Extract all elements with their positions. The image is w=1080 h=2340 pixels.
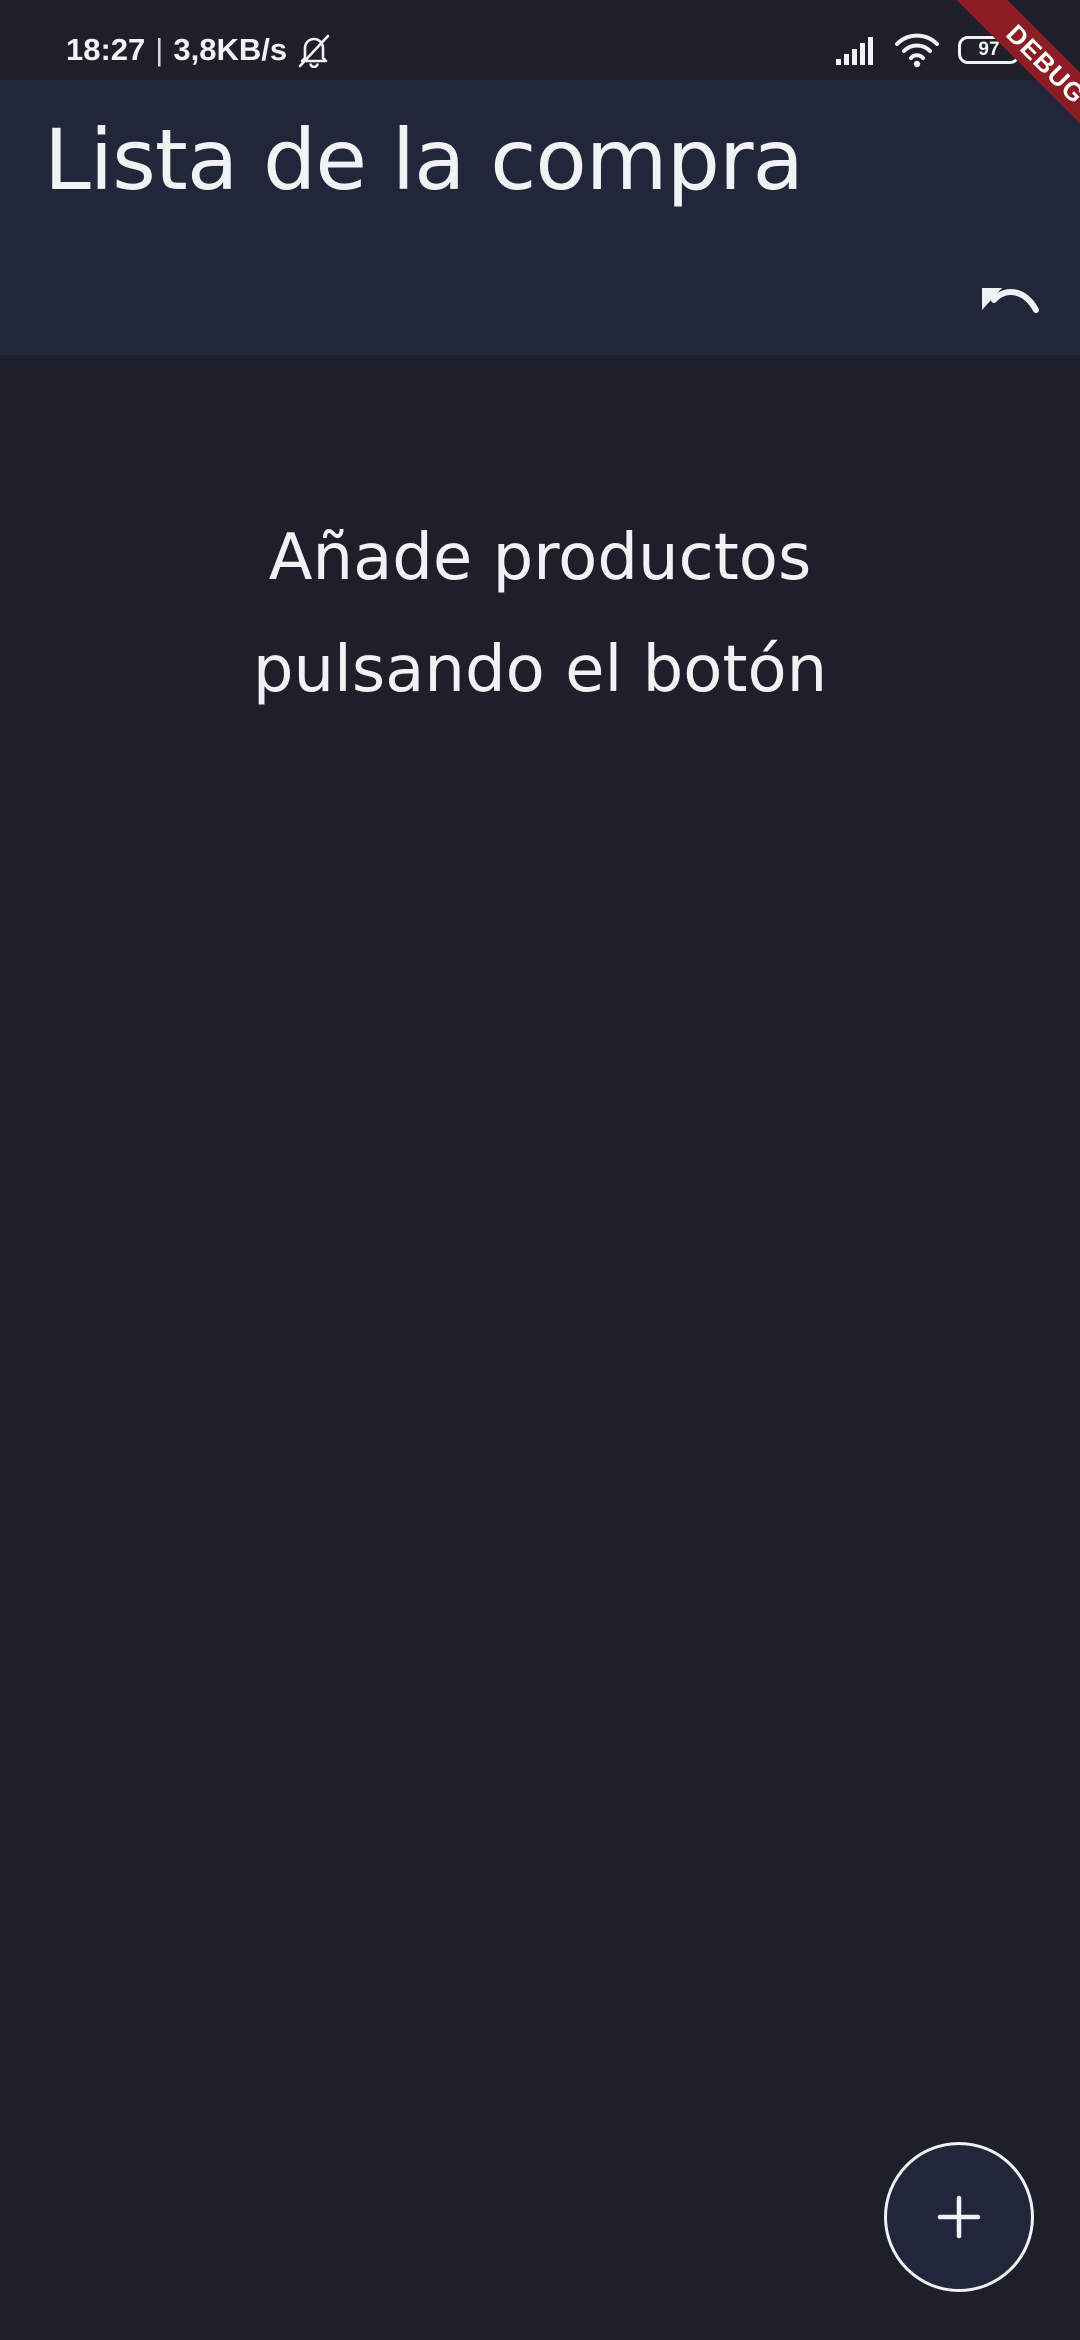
- battery-level: 97: [978, 39, 1000, 60]
- add-product-button[interactable]: [884, 2142, 1034, 2292]
- cellular-signal-icon: [834, 35, 876, 65]
- empty-state-line-1: Añade productos: [268, 521, 812, 595]
- status-time: 18:27: [66, 32, 146, 67]
- empty-state-line-2: pulsando el botón: [252, 633, 828, 707]
- undo-icon: [980, 282, 1040, 318]
- bell-off-icon: [297, 32, 331, 68]
- status-separator: |: [155, 32, 164, 67]
- status-bar: 18:27 | 3,8KB/s 97: [0, 0, 1080, 80]
- wifi-icon: [894, 32, 940, 68]
- empty-state-message: Añade productos pulsando el botón: [0, 502, 1080, 726]
- page-title: Lista de la compra: [44, 111, 804, 209]
- battery-icon: 97: [958, 36, 1025, 64]
- network-speed: 3,8KB/s: [173, 32, 288, 67]
- app-bar: Lista de la compra: [0, 80, 1080, 355]
- status-right: 97: [834, 28, 1025, 72]
- plus-icon: [937, 2195, 981, 2239]
- status-left: 18:27 | 3,8KB/s: [66, 26, 331, 74]
- undo-button[interactable]: [970, 260, 1050, 340]
